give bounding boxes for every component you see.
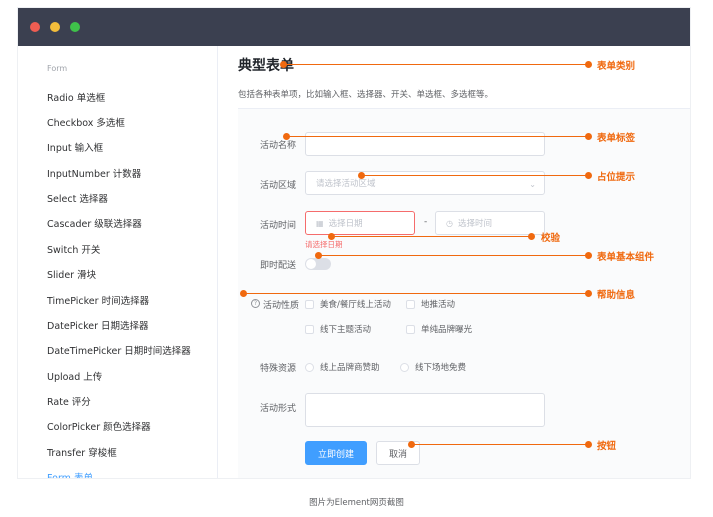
option-label: 美食/餐厅线上活动 [320, 300, 391, 310]
page-description: 包括各种表单项，比如输入框、选择器、开关、单选框、多选框等。 [238, 90, 494, 100]
annotation-dot-validation-end [528, 233, 535, 240]
sidebar-item-rate[interactable]: Rate 评分 [47, 394, 91, 408]
nature-option-online[interactable]: 美食/餐厅线上活动 [305, 298, 391, 310]
sidebar-item-timepicker[interactable]: TimePicker 时间选择器 [47, 293, 149, 307]
range-separator: - [424, 217, 428, 227]
option-label: 线下场地免费 [415, 363, 467, 373]
annotation-line-help [244, 293, 589, 294]
sidebar-item-upload[interactable]: Upload 上传 [47, 369, 102, 383]
region-placeholder: 请选择活动区域 [316, 179, 376, 189]
activity-form-label: 活动形式 [260, 404, 297, 414]
switch-knob [306, 259, 316, 269]
annotation-dot-button-end [585, 441, 592, 448]
annotation-line-button [412, 444, 589, 445]
activity-nature-label: 活动性质 [263, 301, 300, 311]
annotation-line-basic [319, 255, 589, 256]
annotation-form-label: 表单标签 [597, 133, 636, 144]
annotation-dot-label-end [585, 133, 592, 140]
sidebar-item-form[interactable]: Form 表单 [47, 470, 93, 478]
option-label: 线上品牌商赞助 [320, 363, 380, 373]
time-picker-input[interactable]: ◷ 选择时间 [435, 211, 545, 235]
sidebar-item-input[interactable]: Input 输入框 [47, 140, 103, 154]
create-button[interactable]: 立即创建 [305, 441, 367, 465]
sidebar-item-cascader[interactable]: Cascader 级联选择器 [47, 216, 142, 230]
date-placeholder: 选择日期 [328, 219, 363, 229]
annotation-line-placeholder [362, 175, 589, 176]
activity-name-label: 活动名称 [260, 141, 297, 151]
sidebar-item-datetimepicker[interactable]: DateTimePicker 日期时间选择器 [47, 343, 191, 357]
calendar-icon: ▦ [316, 218, 324, 228]
sidebar-item-transfer[interactable]: Transfer 穿梭框 [47, 445, 117, 459]
sidebar-item-slider[interactable]: Slider 滑块 [47, 267, 96, 281]
sidebar-item-colorpicker[interactable]: ColorPicker 颜色选择器 [47, 419, 151, 433]
checkbox-box [406, 299, 415, 309]
resource-option-venue[interactable]: 线下场地免费 [400, 361, 466, 373]
radio-circle [305, 362, 314, 372]
sidebar: Form Radio 单选框 Checkbox 多选框 Input 输入框 In… [18, 46, 218, 478]
delivery-label: 即时配送 [260, 261, 297, 271]
close-window-dot[interactable] [30, 22, 40, 32]
annotation-validation: 校验 [541, 233, 561, 244]
sidebar-item-checkbox[interactable]: Checkbox 多选框 [47, 115, 125, 129]
sidebar-item-datepicker[interactable]: DatePicker 日期选择器 [47, 318, 149, 332]
special-resource-label: 特殊资源 [260, 364, 297, 374]
annotation-dot-placeholder-end [585, 172, 592, 179]
browser-window: Form Radio 单选框 Checkbox 多选框 Input 输入框 In… [18, 8, 690, 478]
annotation-dot-category-end [585, 61, 592, 68]
annotation-dot-basic-end [585, 252, 592, 259]
annotation-help: 帮助信息 [597, 290, 636, 301]
radio-circle [400, 362, 409, 372]
date-error-message: 请选择日期 [305, 240, 343, 249]
sidebar-item-switch[interactable]: Switch 开关 [47, 242, 100, 256]
activity-form-textarea[interactable] [305, 393, 545, 427]
sidebar-group-label: Form [47, 64, 68, 73]
nature-option-brand[interactable]: 单纯品牌曝光 [406, 323, 472, 335]
option-label: 单纯品牌曝光 [421, 325, 473, 335]
activity-region-label: 活动区域 [260, 181, 297, 191]
window-titlebar [18, 8, 690, 46]
annotation-basic-component: 表单基本组件 [597, 252, 655, 263]
option-label: 线下主题活动 [320, 325, 372, 335]
annotation-line-validation [332, 236, 532, 237]
checkbox-box [305, 324, 314, 334]
annotation-button: 按钮 [597, 441, 617, 452]
chevron-down-icon: ⌄ [529, 180, 536, 189]
checkbox-box [305, 299, 314, 309]
sidebar-item-select[interactable]: Select 选择器 [47, 191, 108, 205]
delivery-switch[interactable] [305, 258, 331, 270]
option-label: 地推活动 [421, 300, 456, 310]
clock-icon: ◷ [446, 218, 453, 228]
checkbox-box [406, 324, 415, 334]
annotation-line-label [287, 136, 589, 137]
time-placeholder: 选择时间 [457, 219, 492, 229]
annotation-form-category: 表单类别 [597, 61, 636, 72]
nature-option-ground[interactable]: 地推活动 [406, 298, 455, 310]
annotation-dot-help-end [585, 290, 592, 297]
annotation-line-category [284, 64, 589, 65]
image-caption: 图片为Element网页截图 [309, 498, 404, 508]
help-icon[interactable]: ? [251, 299, 260, 308]
sidebar-item-inputnumber[interactable]: InputNumber 计数器 [47, 166, 141, 180]
nature-option-offline[interactable]: 线下主题活动 [305, 323, 371, 335]
resource-option-sponsor[interactable]: 线上品牌商赞助 [305, 361, 380, 373]
minimize-window-dot[interactable] [50, 22, 60, 32]
activity-time-label: 活动时间 [260, 221, 297, 231]
maximize-window-dot[interactable] [70, 22, 80, 32]
annotation-placeholder: 占位提示 [597, 172, 636, 183]
date-picker-input[interactable]: ▦ 选择日期 [305, 211, 415, 235]
sidebar-item-radio[interactable]: Radio 单选框 [47, 90, 105, 104]
